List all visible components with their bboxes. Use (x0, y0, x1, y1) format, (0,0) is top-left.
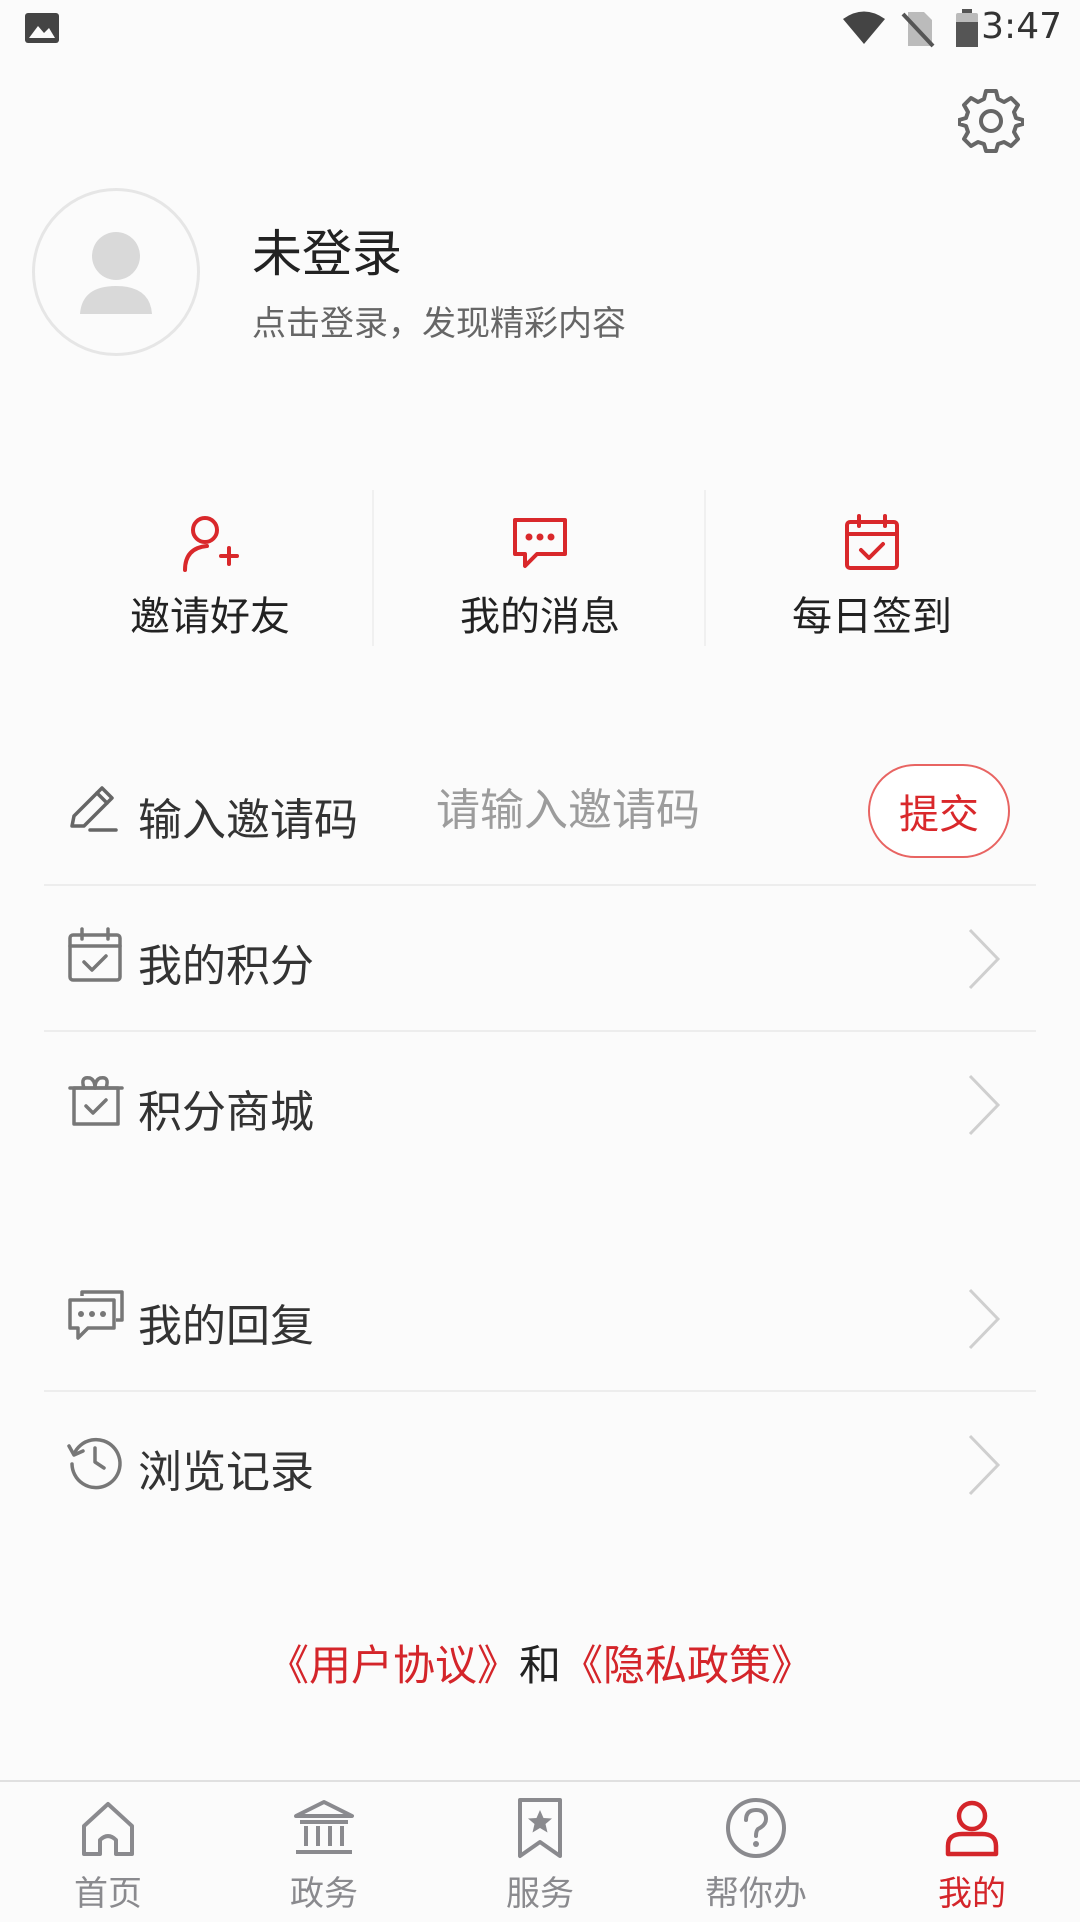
nav-item-services[interactable]: 服务 (432, 1782, 648, 1922)
gear-icon (957, 89, 1025, 153)
quick-action-label: 每日签到 (792, 594, 952, 640)
government-icon (294, 1800, 354, 1854)
gift-box-icon (68, 1075, 124, 1126)
menu-item-points-mall[interactable]: 积分商城 (44, 1032, 1036, 1178)
agreement-and: 和 (518, 1641, 561, 1690)
menu-item-label: 浏览记录 (138, 1447, 314, 1498)
battery-icon (956, 9, 978, 47)
invite-code-input[interactable] (436, 780, 856, 840)
menu-item-my-points[interactable]: 我的积分 (44, 886, 1036, 1032)
calendar-check-icon (845, 514, 899, 570)
status-time: 3:47 (981, 6, 1062, 47)
menu-item-my-replies[interactable]: 我的回复 (44, 1246, 1036, 1392)
quick-action-label: 邀请好友 (130, 594, 290, 640)
menu-item-browsing-history[interactable]: 浏览记录 (44, 1392, 1036, 1538)
no-sim-icon (901, 12, 935, 48)
chevron-right-icon (968, 1074, 1001, 1136)
nav-label: 服务 (506, 1874, 574, 1914)
user-agreement-link[interactable]: 《用户协议》 (267, 1641, 519, 1690)
invite-code-label: 输入邀请码 (138, 795, 358, 846)
image-icon (25, 13, 59, 43)
menu-item-label: 我的积分 (138, 941, 314, 992)
nav-item-help[interactable]: 帮你办 (648, 1782, 864, 1922)
menu-item-label: 我的回复 (138, 1301, 314, 1352)
nav-item-home[interactable]: 首页 (0, 1782, 216, 1922)
agreement-text: 《用户协议》和《隐私政策》 (0, 1632, 1080, 1693)
wifi-icon (843, 11, 885, 44)
add-user-icon (183, 516, 239, 572)
home-icon (82, 1802, 134, 1856)
chevron-right-icon (968, 1434, 1001, 1496)
profile-subtitle[interactable]: 点击登录，发现精彩内容 (252, 296, 626, 345)
invite-code-row: 输入邀请码 提交 (44, 740, 1036, 886)
quick-action-label: 我的消息 (460, 594, 620, 640)
bottom-nav: 首页 政务 服务 帮你办 我的 (0, 1780, 1080, 1922)
chat-bubbles-icon (68, 1290, 124, 1340)
menu-item-label: 积分商城 (138, 1087, 314, 1138)
nav-label: 我的 (938, 1874, 1006, 1914)
nav-label: 帮你办 (705, 1874, 807, 1914)
submit-button[interactable]: 提交 (868, 764, 1010, 858)
settings-button[interactable] (957, 88, 1025, 154)
history-icon (67, 1437, 122, 1490)
privacy-policy-link[interactable]: 《隐私政策》 (561, 1641, 813, 1690)
question-icon (726, 1798, 786, 1858)
chevron-right-icon (968, 1288, 1001, 1350)
nav-item-government[interactable]: 政务 (216, 1782, 432, 1922)
chevron-right-icon (968, 928, 1001, 990)
avatar[interactable] (32, 188, 200, 356)
user-silhouette-icon (80, 232, 152, 314)
nav-item-mine[interactable]: 我的 (864, 1782, 1080, 1922)
my-messages-button[interactable]: 我的消息 (374, 490, 706, 650)
nav-label: 政务 (290, 1874, 358, 1914)
bookmark-star-icon (518, 1798, 562, 1858)
message-icon (513, 518, 567, 568)
daily-checkin-button[interactable]: 每日签到 (706, 490, 1038, 650)
status-bar: 3:47 (0, 0, 1080, 58)
calendar-check-icon (68, 927, 122, 982)
profile-name[interactable]: 未登录 (252, 214, 402, 286)
user-icon (945, 1800, 999, 1857)
pencil-icon (70, 786, 118, 832)
invite-friends-button[interactable]: 邀请好友 (44, 490, 376, 650)
nav-label: 首页 (74, 1874, 142, 1914)
